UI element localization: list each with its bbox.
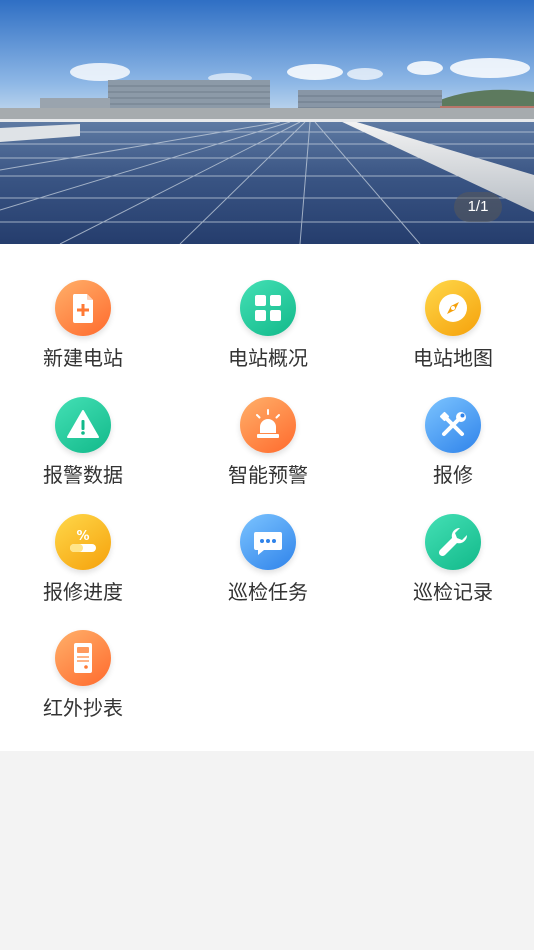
new-document-icon xyxy=(55,280,111,336)
banner-carousel[interactable]: 1/1 xyxy=(0,0,534,244)
menu-item-label: 电站地图 xyxy=(413,346,493,370)
menu-item-alarm-data[interactable]: 报警数据 xyxy=(8,397,158,507)
menu-item-smart-warning[interactable]: 智能预警 xyxy=(193,397,343,507)
menu-item-repair[interactable]: 报修 xyxy=(378,397,528,507)
menu-item-label: 巡检任务 xyxy=(228,580,308,604)
menu-item-label: 报修 xyxy=(433,463,473,487)
menu-item-new-station[interactable]: 新建电站 xyxy=(8,280,158,390)
carousel-page-indicator: 1/1 xyxy=(454,192,502,222)
menu-item-inspection-record[interactable]: 巡检记录 xyxy=(378,514,528,624)
alarm-light-icon xyxy=(240,397,296,453)
menu-item-label: 报警数据 xyxy=(43,463,123,487)
menu-item-label: 智能预警 xyxy=(228,463,308,487)
menu-item-label: 红外抄表 xyxy=(43,696,123,720)
menu-item-station-overview[interactable]: 电站概况 xyxy=(193,280,343,390)
warning-icon xyxy=(55,397,111,453)
compass-icon xyxy=(425,280,481,336)
meter-icon xyxy=(55,630,111,686)
menu-item-repair-progress[interactable]: % 报修进度 xyxy=(8,514,158,624)
svg-text:%: % xyxy=(76,529,89,544)
empty-background xyxy=(0,751,534,950)
menu-item-infrared-meter-reading[interactable]: 红外抄表 xyxy=(8,630,158,740)
grid-icon xyxy=(240,280,296,336)
menu-item-label: 报修进度 xyxy=(43,580,123,604)
tools-icon xyxy=(425,397,481,453)
function-menu: 新建电站 电站概况 电站地图 报警数据 智能预警 报修 % 报修进度 巡检任务 … xyxy=(0,244,534,751)
app-screen: 1/1 新建电站 电站概况 电站地图 报警数据 智能预警 报修 % 报修进度 巡… xyxy=(0,0,534,950)
chat-icon xyxy=(240,514,296,570)
menu-item-inspection-task[interactable]: 巡检任务 xyxy=(193,514,343,624)
menu-item-label: 巡检记录 xyxy=(413,580,493,604)
menu-item-label: 电站概况 xyxy=(228,346,308,370)
menu-item-station-map[interactable]: 电站地图 xyxy=(378,280,528,390)
progress-icon: % xyxy=(55,514,111,570)
menu-item-label: 新建电站 xyxy=(43,346,123,370)
wrench-icon xyxy=(425,514,481,570)
